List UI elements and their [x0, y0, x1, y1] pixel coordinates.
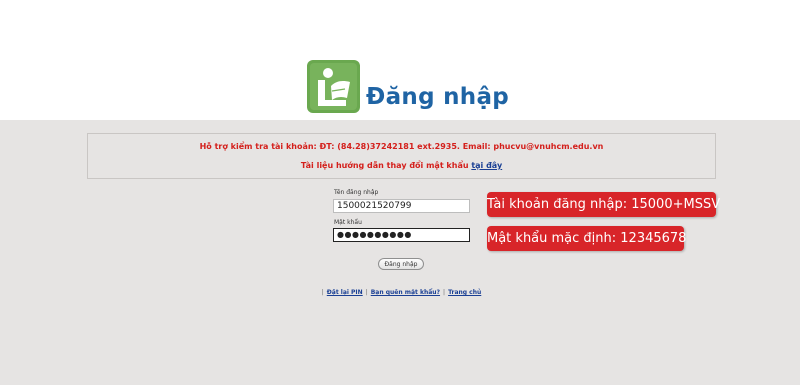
footer-links: | Đặt lại PIN | Bạn quên mật khẩu? | Trang ch…: [0, 289, 800, 296]
link-separator: |: [321, 289, 324, 296]
password-label: Mật khẩu: [334, 219, 362, 226]
header: Đăng nhập: [0, 0, 800, 120]
username-label: Tên đăng nhập: [334, 189, 379, 196]
password-guide-link[interactable]: tại đây: [471, 161, 502, 170]
page-title: Đăng nhập: [366, 84, 510, 110]
library-logo-icon: [307, 60, 360, 113]
reset-pin-link[interactable]: Đặt lại PIN: [327, 289, 363, 296]
username-input[interactable]: 1500021520799: [333, 199, 470, 213]
password-guide-text: Tài liệu hướng dẫn thay đổi mật khẩu tại…: [88, 161, 715, 170]
password-hint-badge: Mật khẩu mặc định: 12345678: [487, 226, 686, 251]
link-separator: |: [365, 289, 368, 296]
password-input[interactable]: ●●●●●●●●●●: [333, 228, 470, 242]
login-button[interactable]: Đăng nhập: [378, 258, 424, 270]
support-notice-box: Hỗ trợ kiểm tra tài khoản: ĐT: (84.28)37…: [87, 133, 716, 179]
forgot-password-link[interactable]: Bạn quên mật khẩu?: [371, 289, 440, 296]
home-link[interactable]: Trang chủ: [448, 289, 481, 296]
account-hint-badge: Tài khoản đăng nhập: 15000+MSSV: [487, 192, 720, 217]
password-guide-label: Tài liệu hướng dẫn thay đổi mật khẩu: [300, 161, 472, 170]
support-contact-text: Hỗ trợ kiểm tra tài khoản: ĐT: (84.28)37…: [199, 142, 604, 151]
link-separator: |: [443, 289, 446, 296]
